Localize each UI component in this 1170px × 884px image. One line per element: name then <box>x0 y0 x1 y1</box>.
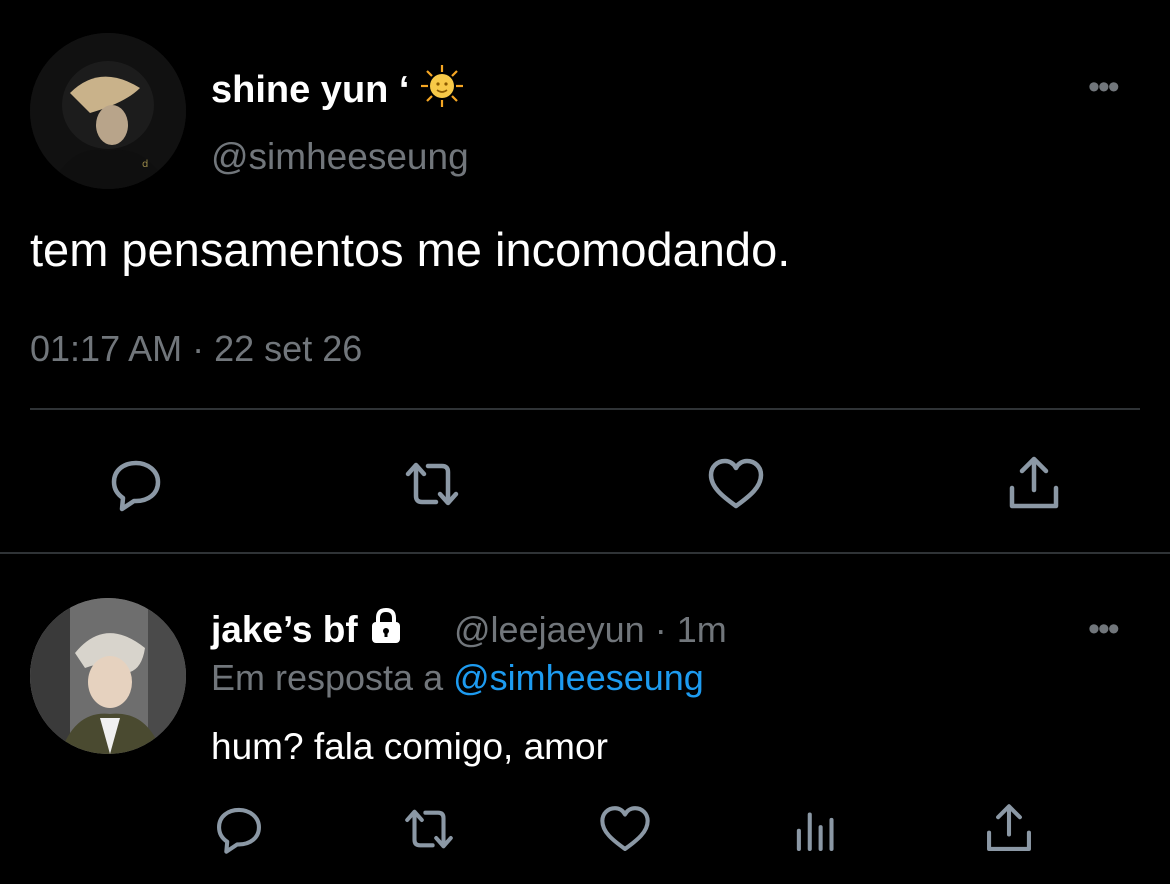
meta-separator: · <box>654 609 667 650</box>
display-name-text: shine yun ‘ <box>211 69 410 111</box>
tweet-time: 01:17 AM <box>30 328 183 369</box>
share-icon[interactable] <box>980 800 1038 858</box>
more-options-icon[interactable]: ••• <box>1088 70 1120 104</box>
meta-separator: · <box>192 328 205 369</box>
retweet-icon[interactable] <box>400 800 458 858</box>
svg-text:d: d <box>142 159 148 170</box>
reply-icon[interactable] <box>210 800 268 858</box>
avatar[interactable]: d <box>30 33 186 189</box>
reply-prefix: Em resposta a <box>211 657 444 698</box>
handle[interactable]: @simheeseung <box>211 136 469 178</box>
reply-icon[interactable] <box>104 452 168 516</box>
more-options-icon[interactable]: ••• <box>1088 612 1120 646</box>
reply-time: 1m <box>676 609 727 650</box>
reply-display-name[interactable]: jake’s bf <box>211 607 404 651</box>
reply-text: hum? fala comigo, amor <box>211 726 608 767</box>
share-icon[interactable] <box>1002 452 1066 516</box>
like-icon[interactable] <box>704 452 768 516</box>
retweet-icon[interactable] <box>400 452 464 516</box>
tweet-date: 22 set 26 <box>214 328 363 369</box>
divider <box>0 552 1170 554</box>
lock-icon <box>368 607 404 645</box>
reply-display-name-text: jake’s bf <box>211 609 358 650</box>
sun-with-face-emoji <box>420 64 464 108</box>
reply-handle-meta[interactable]: @leejaeyun · 1m <box>454 609 727 651</box>
divider <box>30 408 1140 410</box>
reply-context: Em resposta a @simheeseung <box>211 657 704 699</box>
tweet-timestamp[interactable]: 01:17 AM · 22 set 26 <box>30 328 362 370</box>
tweet-text: tem pensamentos me incomodando. <box>30 223 791 276</box>
like-icon[interactable] <box>596 800 654 858</box>
avatar[interactable] <box>30 598 186 754</box>
analytics-icon[interactable] <box>788 800 846 858</box>
reply-mention-link[interactable]: @simheeseung <box>453 657 704 698</box>
display-name[interactable]: shine yun ‘ <box>211 64 464 112</box>
reply-handle: @leejaeyun <box>454 609 645 650</box>
